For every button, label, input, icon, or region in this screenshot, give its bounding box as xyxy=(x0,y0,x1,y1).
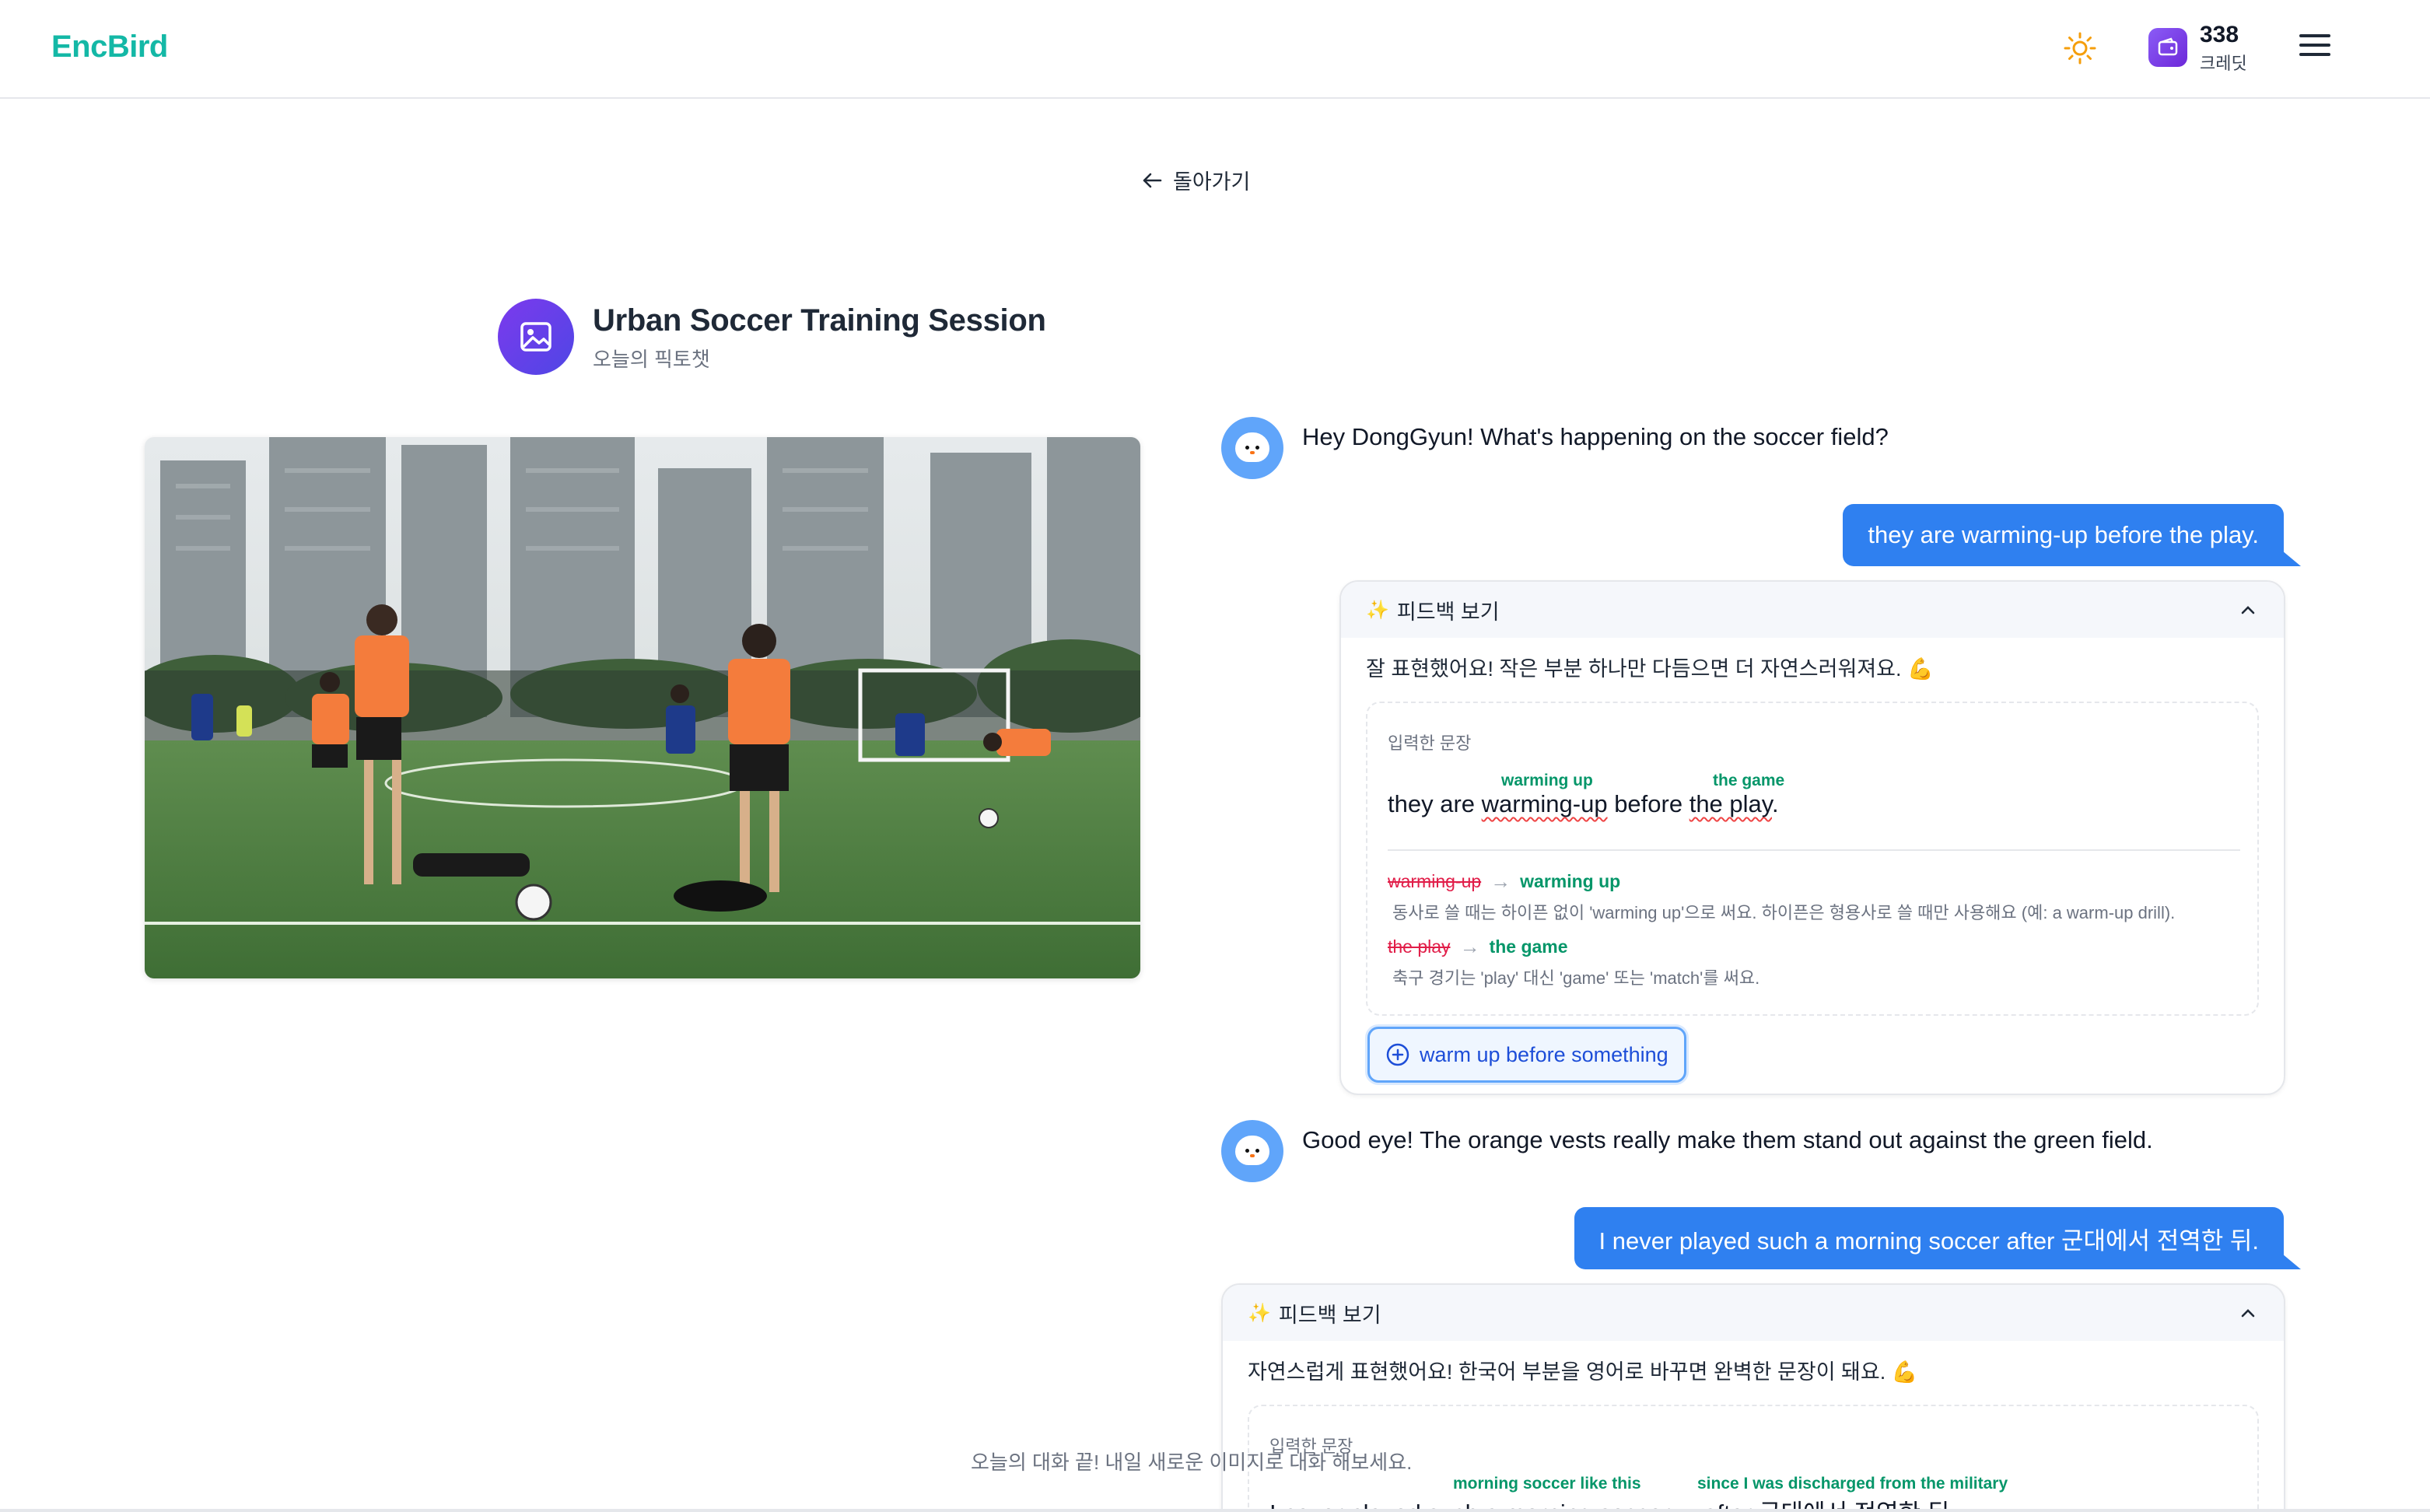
credit-count: 338 xyxy=(2200,22,2239,47)
chevron-up-icon[interactable] xyxy=(2240,602,2256,618)
user-message: I never played such a morning soccer aft… xyxy=(1574,1207,2302,1269)
bot-avatar xyxy=(1221,1120,1283,1182)
error-highlight[interactable]: warming-up xyxy=(1482,790,1608,817)
chevron-up-icon[interactable] xyxy=(2240,1305,2256,1321)
feedback-toggle[interactable]: ✨ 피드백 보기 xyxy=(1341,582,2284,638)
hamburger-menu-icon[interactable] xyxy=(2299,34,2330,61)
input-sentence: they are warming-up before the play. xyxy=(1388,790,1779,817)
feedback-card: ✨ 피드백 보기 자연스럽게 표현했어요! 한국어 부분을 영어로 바꾸면 완벽… xyxy=(1221,1283,2285,1512)
page-subtitle: 오늘의 픽토챗 xyxy=(593,348,710,371)
bot-avatar xyxy=(1221,417,1283,479)
feedback-card: ✨ 피드백 보기 잘 표현했어요! 작은 부분 하나만 다듬으면 더 자연스러워… xyxy=(1339,580,2285,1095)
correction-explanation: 축구 경기는 'play' 대신 'game' 또는 'match'를 써요. xyxy=(1392,968,1760,988)
bot-message: Good eye! The orange vests really make t… xyxy=(1302,1126,2153,1153)
feedback-summary: 자연스럽게 표현했어요! 한국어 부분을 영어로 바꾸면 완벽한 문장이 돼요.… xyxy=(1248,1360,1918,1384)
credit-label: 크레딧 xyxy=(2200,54,2247,73)
suggestion-label: since I was discharged from the military xyxy=(1697,1475,2008,1493)
sparkle-icon: ✨ xyxy=(1366,599,1389,621)
plus-circle-icon xyxy=(1386,1043,1409,1066)
suggestion-label: the game xyxy=(1713,772,1785,789)
feedback-toggle-label: 피드백 보기 xyxy=(1396,600,1500,624)
sun-icon[interactable] xyxy=(2063,31,2097,65)
add-phrase-button[interactable]: warm up before something xyxy=(1367,1027,1686,1083)
end-of-conversation-note: 오늘의 대화 끝! 내일 새로운 이미지로 대화 해보세요. xyxy=(971,1451,1413,1474)
input-label: 입력한 문장 xyxy=(1388,733,1472,753)
user-message: they are warming-up before the play. xyxy=(1843,504,2301,566)
feedback-toggle[interactable]: ✨ 피드백 보기 xyxy=(1223,1285,2284,1341)
divider xyxy=(1388,849,2240,851)
brand-logo[interactable]: EncBird xyxy=(51,30,168,65)
phrase-label: warm up before something xyxy=(1420,1042,1668,1066)
bot-message: Hey DongGyun! What's happening on the so… xyxy=(1302,423,1889,450)
back-label: 돌아가기 xyxy=(1173,170,1251,194)
arrow-left-icon xyxy=(1143,173,1162,187)
wallet-icon[interactable] xyxy=(2148,28,2187,67)
bottom-border xyxy=(0,1509,2430,1512)
image-icon xyxy=(498,299,574,375)
feedback-toggle-label: 피드백 보기 xyxy=(1278,1303,1381,1327)
correction-explanation: 동사로 쓸 때는 하이픈 없이 'warming up'으로 써요. 하이픈은 … xyxy=(1392,903,2176,922)
input-sentence-box: 입력한 문장 warming up the game they are warm… xyxy=(1366,702,2259,1016)
suggestion-label: morning soccer like this xyxy=(1453,1475,1641,1493)
correction-row: warming-up → warming up xyxy=(1388,870,1621,893)
session-photo xyxy=(145,437,1140,978)
correction-row: the play → the game xyxy=(1388,935,1568,958)
error-highlight[interactable]: the play xyxy=(1689,790,1772,817)
suggestion-label: warming up xyxy=(1501,772,1593,789)
sparkle-icon: ✨ xyxy=(1248,1302,1271,1324)
arrow-right-icon: → xyxy=(1459,935,1480,958)
top-header: EncBird 338 크레딧 xyxy=(0,0,2430,99)
feedback-summary: 잘 표현했어요! 작은 부분 하나만 다듬으면 더 자연스러워져요. 💪 xyxy=(1366,657,1934,681)
back-button[interactable]: 돌아가기 xyxy=(1140,165,1250,195)
page-title: Urban Soccer Training Session xyxy=(593,303,1046,338)
arrow-right-icon: → xyxy=(1490,870,1511,893)
